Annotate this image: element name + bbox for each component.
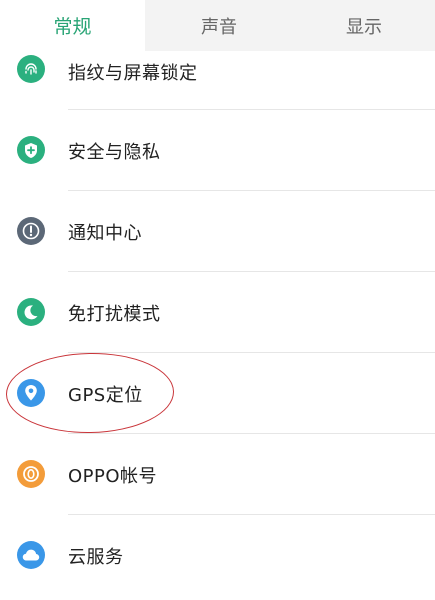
settings-item-do-not-disturb[interactable]: 免打扰模式 (0, 272, 435, 353)
tab-sound[interactable]: 声音 (145, 0, 293, 51)
settings-item-fingerprint-lock[interactable]: 指纹与屏幕锁定 (0, 51, 435, 110)
tab-display[interactable]: 显示 (293, 0, 435, 51)
settings-item-oppo-account[interactable]: OPPO帐号 (0, 434, 435, 515)
settings-item-label: 通知中心 (68, 223, 142, 244)
settings-item-security-privacy[interactable]: 安全与隐私 (0, 110, 435, 191)
settings-list: 指纹与屏幕锁定 安全与隐私 通知中心 免打扰模式 GPS定位 OPPO帐号 云服… (0, 51, 435, 596)
shield-icon (17, 136, 45, 164)
settings-item-gps-location[interactable]: GPS定位 (0, 353, 435, 434)
settings-item-label: 指纹与屏幕锁定 (68, 63, 198, 84)
settings-tabs: 常规 声音 显示 (0, 0, 435, 51)
settings-item-cloud-service[interactable]: 云服务 (0, 515, 435, 596)
tab-general[interactable]: 常规 (0, 0, 145, 51)
location-icon (17, 379, 45, 407)
settings-item-label: GPS定位 (68, 385, 143, 406)
settings-item-label: OPPO帐号 (68, 466, 158, 487)
account-icon (17, 460, 45, 488)
moon-icon (17, 298, 45, 326)
settings-item-label: 免打扰模式 (68, 304, 161, 325)
notification-icon (17, 217, 45, 245)
settings-item-notification-center[interactable]: 通知中心 (0, 191, 435, 272)
settings-item-label: 安全与隐私 (68, 142, 161, 163)
settings-item-label: 云服务 (68, 547, 124, 568)
cloud-icon (17, 541, 45, 569)
fingerprint-icon (17, 55, 45, 83)
